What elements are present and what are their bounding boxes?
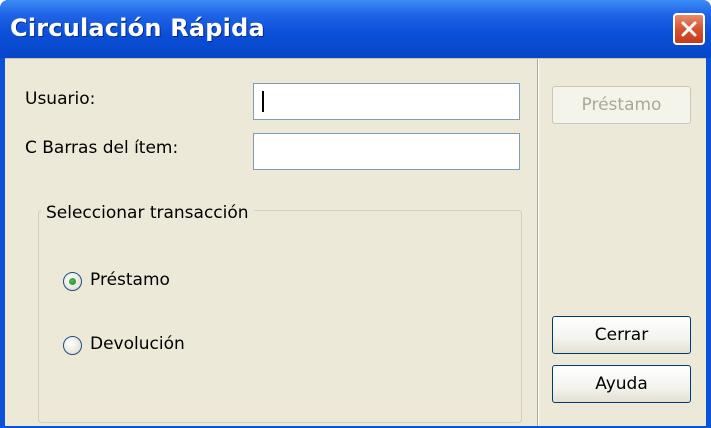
radio-prestamo-label[interactable]: Préstamo [90,270,170,290]
title-bar[interactable]: Circulación Rápida [0,0,711,58]
vertical-divider [537,59,539,426]
transaction-group-legend: Seleccionar transacción [41,203,254,223]
window-title: Circulación Rápida [10,14,265,42]
radio-devolucion-label[interactable]: Devolución [90,334,185,354]
radio-devolucion[interactable] [63,336,82,355]
text-caret [262,91,264,112]
usuario-label: Usuario: [25,89,96,109]
ayuda-button[interactable]: Ayuda [552,365,691,403]
barcode-label: C Barras del ítem: [25,138,179,158]
barcode-input[interactable] [253,133,520,170]
prestamo-button[interactable]: Préstamo [552,86,691,124]
close-button[interactable] [673,13,705,45]
transaction-groupbox [38,210,522,423]
dialog-window: Circulación Rápida Usuario: C Barras del… [0,0,711,428]
usuario-input[interactable] [253,83,520,120]
close-icon [681,21,697,37]
dialog-client-area: Usuario: C Barras del ítem: Seleccionar … [5,58,706,426]
cerrar-button[interactable]: Cerrar [552,316,691,354]
radio-prestamo[interactable] [63,272,82,291]
